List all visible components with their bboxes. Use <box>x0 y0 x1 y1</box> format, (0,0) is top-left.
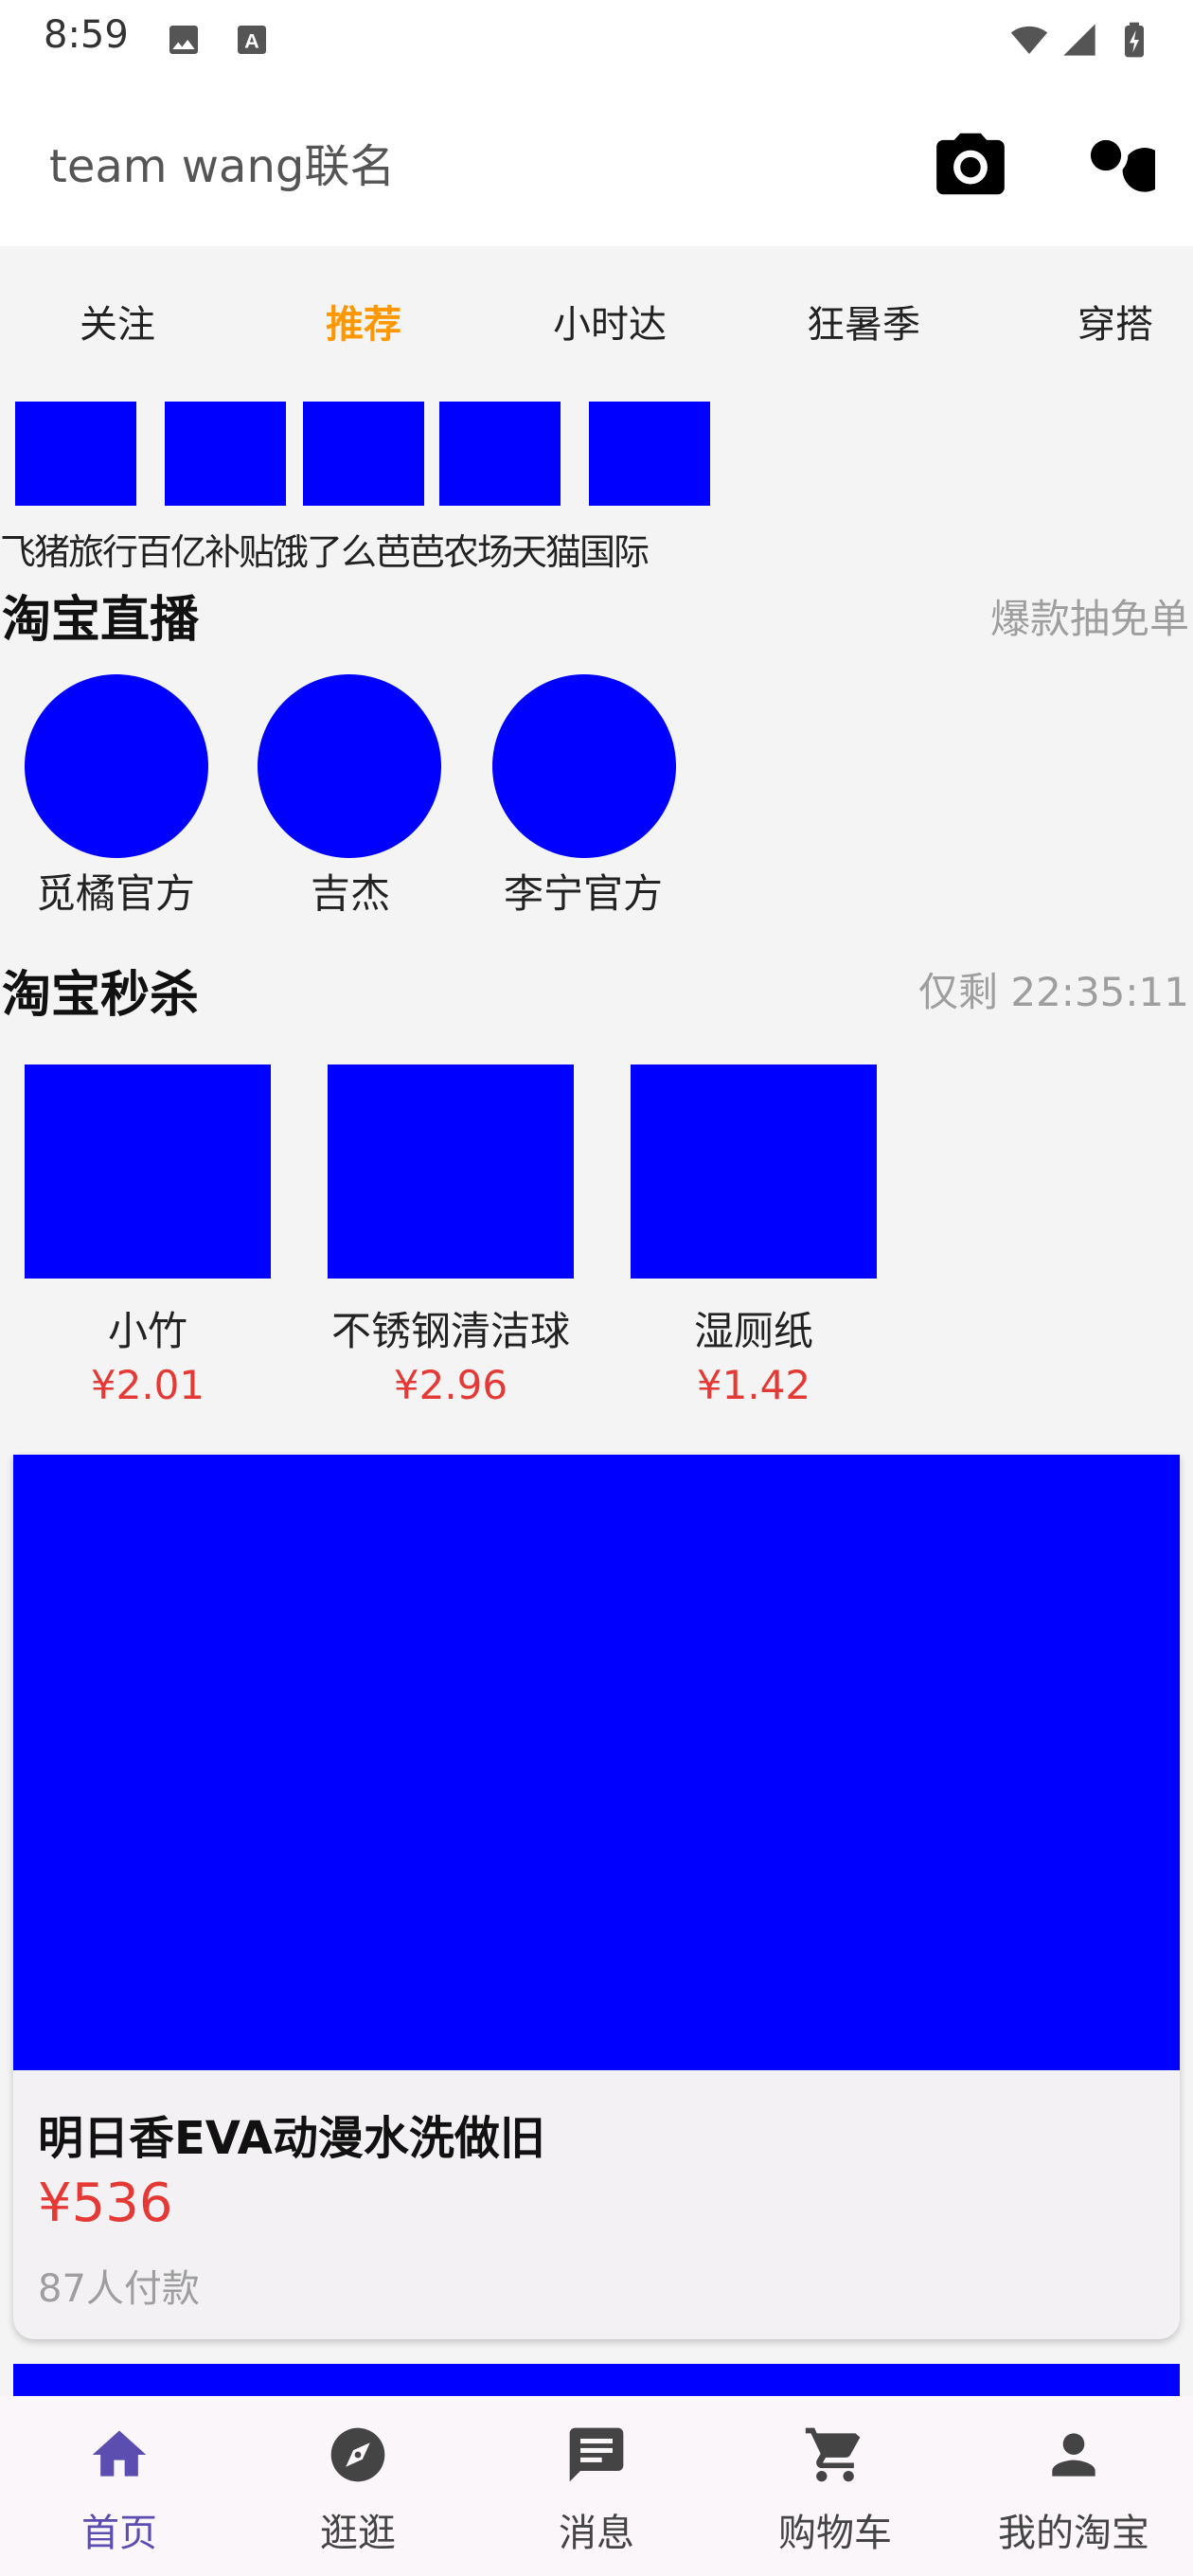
status-time: 8:59 <box>44 13 129 57</box>
quick-entry-tmall-global[interactable] <box>589 402 710 506</box>
nav-label: 首页 <box>81 2512 157 2555</box>
compass-icon <box>330 2427 385 2482</box>
tab-follow[interactable]: 关注 <box>80 294 155 349</box>
flash-sale-countdown: 仅剩 22:35:11 <box>918 969 1189 1015</box>
cart-icon <box>805 2427 861 2482</box>
product-price: ¥536 <box>38 2173 173 2234</box>
search-icon[interactable] <box>1074 123 1155 205</box>
home-icon <box>92 2430 147 2477</box>
sale-item-price: ¥1.42 <box>696 1362 811 1408</box>
search-header: team wang联名 <box>0 81 1193 246</box>
tab-hourly-delivery[interactable]: 小时达 <box>553 294 667 349</box>
product-image[interactable] <box>13 1455 1180 2070</box>
svg-text:A: A <box>244 28 259 52</box>
message-icon <box>569 2427 624 2482</box>
wifi-icon <box>1010 26 1048 54</box>
bottom-nav: 首页 逛逛 消息 购物车 我的淘宝 <box>0 2396 1193 2576</box>
tab-recommend[interactable]: 推荐 <box>326 294 401 349</box>
search-input[interactable]: team wang联名 <box>49 129 395 195</box>
nav-home[interactable]: 首页 <box>0 2396 239 2576</box>
quick-entry-eleme[interactable] <box>303 402 424 506</box>
nav-label: 逛逛 <box>320 2512 396 2555</box>
sale-item-price: ¥2.96 <box>393 1362 508 1408</box>
quick-entry-labels: 飞猪旅行百亿补贴饿了么芭芭农场天猫国际 <box>0 531 650 573</box>
a-badge-icon: A <box>238 26 266 54</box>
sale-item-name: 小竹 <box>107 1308 187 1354</box>
nav-explore[interactable]: 逛逛 <box>239 2396 477 2576</box>
camera-icon[interactable] <box>930 123 1011 205</box>
quick-entry-subsidy[interactable] <box>165 402 286 506</box>
live-avatar[interactable] <box>492 674 676 858</box>
live-label: 吉杰 <box>310 870 390 917</box>
nav-my-taobao[interactable]: 我的淘宝 <box>954 2396 1193 2576</box>
nav-label: 我的淘宝 <box>998 2512 1149 2555</box>
sale-item-image[interactable] <box>328 1064 574 1279</box>
product-card[interactable]: 明日香EVA动漫水洗做旧 ¥536 87人付款 <box>13 1455 1180 2339</box>
live-avatar[interactable] <box>25 674 208 858</box>
status-bar: 8:59 A <box>0 0 1193 81</box>
sale-item-name: 湿厕纸 <box>693 1308 813 1354</box>
live-section-title: 淘宝直播 <box>2 592 200 649</box>
nav-label: 消息 <box>559 2512 634 2555</box>
quick-entry-fliggy[interactable] <box>15 402 136 506</box>
signal-icon <box>1063 24 1095 56</box>
product-sold-count: 87人付款 <box>38 2267 200 2311</box>
sale-item-price: ¥2.01 <box>90 1362 205 1408</box>
sale-item-image[interactable] <box>631 1064 877 1279</box>
quick-entry-baba-farm[interactable] <box>439 402 561 506</box>
tab-outfits[interactable]: 穿搭 <box>1077 294 1153 349</box>
live-label: 李宁官方 <box>503 870 663 917</box>
battery-charging-icon <box>1125 22 1144 58</box>
live-label: 觅橘官方 <box>35 870 195 917</box>
sale-item-image[interactable] <box>25 1064 271 1279</box>
nav-messages[interactable]: 消息 <box>477 2396 716 2576</box>
sale-item-name: 不锈钢清洁球 <box>330 1308 570 1354</box>
live-section-extra[interactable]: 爆款抽免单 <box>990 587 1189 645</box>
nav-cart[interactable]: 购物车 <box>716 2396 954 2576</box>
tab-summer-sale[interactable]: 狂暑季 <box>807 294 920 349</box>
product-title: 明日香EVA动漫水洗做旧 <box>38 2112 545 2165</box>
live-avatar[interactable] <box>258 674 441 858</box>
nav-label: 购物车 <box>778 2512 892 2555</box>
flash-sale-title: 淘宝秒杀 <box>2 967 200 1024</box>
person-icon <box>1052 2433 1095 2477</box>
image-icon <box>169 26 198 54</box>
